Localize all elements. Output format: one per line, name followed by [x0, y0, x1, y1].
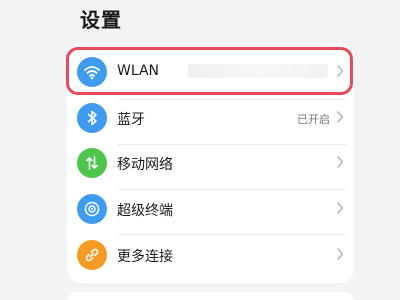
- bluetooth-icon: [77, 103, 107, 133]
- settings-row-label: 蓝牙: [117, 112, 145, 128]
- page-title: 设置: [80, 8, 122, 32]
- chevron-right-icon: [336, 110, 344, 124]
- settings-row-value: 已开启: [297, 113, 330, 126]
- next-settings-card: [67, 292, 354, 300]
- mobile-network-icon: [77, 148, 107, 178]
- chevron-right-icon: [336, 201, 344, 215]
- settings-row-super-device[interactable]: 超级终端: [67, 184, 354, 236]
- settings-row-more-connections[interactable]: 更多连接: [67, 230, 354, 282]
- settings-screen: 设置 WLAN 蓝牙 已开启 移动网络 超级终端 更多连接: [0, 0, 400, 300]
- chevron-right-icon: [336, 64, 344, 78]
- link-icon: [77, 240, 107, 270]
- settings-row-label: 更多连接: [117, 249, 173, 265]
- chevron-right-icon: [336, 247, 344, 261]
- chevron-right-icon: [336, 155, 344, 169]
- settings-row-label: 移动网络: [117, 157, 173, 173]
- wifi-network-name-redacted: [188, 64, 328, 78]
- wifi-icon: [77, 57, 107, 87]
- settings-row-mobile-network[interactable]: 移动网络: [67, 138, 354, 190]
- super-device-icon: [77, 194, 107, 224]
- settings-row-label: WLAN: [117, 63, 160, 79]
- settings-row-label: 超级终端: [117, 203, 173, 219]
